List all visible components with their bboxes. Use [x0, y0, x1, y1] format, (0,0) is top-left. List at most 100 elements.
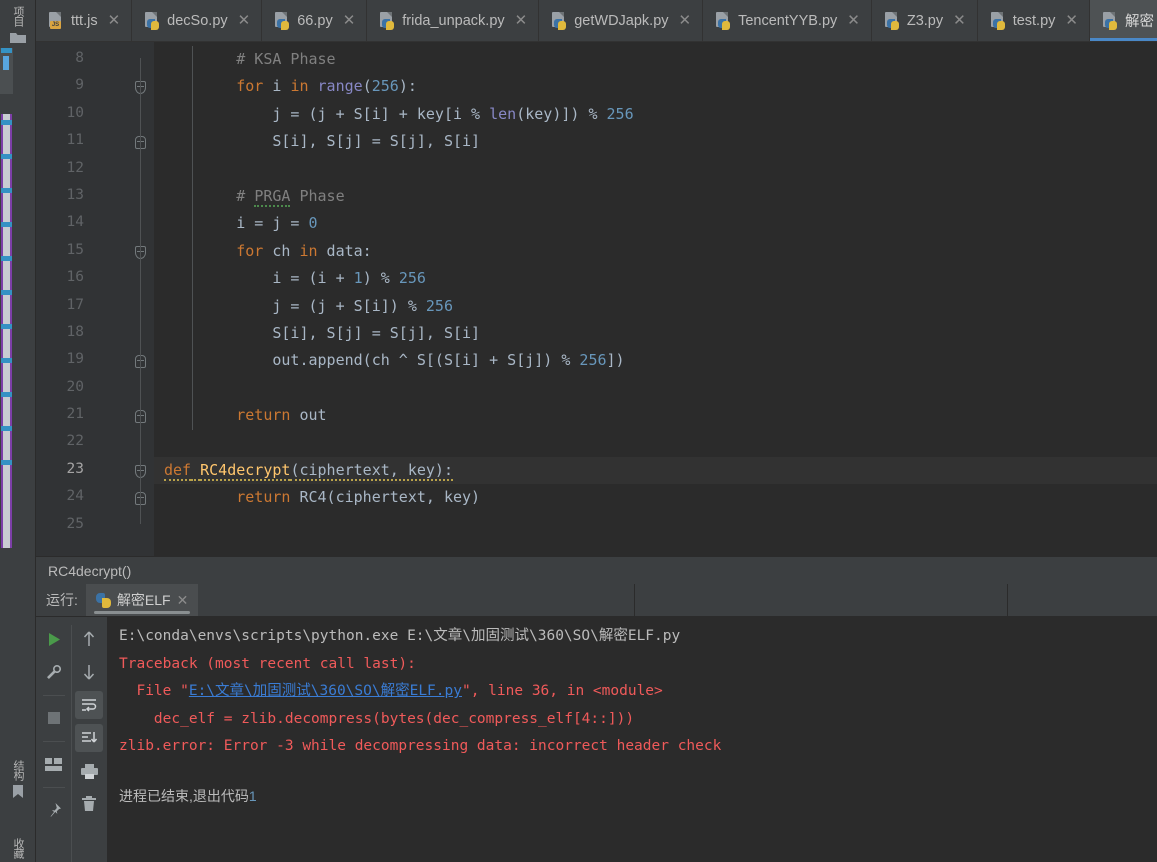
sidebar-item-favorites[interactable]: 收藏	[0, 838, 36, 858]
code-token: S[i], S[j] = S[j], S[i]	[164, 323, 481, 342]
code-line[interactable]: def RC4decrypt(ciphertext, key):	[154, 456, 1157, 485]
gutter-row[interactable]: 23	[36, 457, 154, 484]
editor-tab-label: test.py	[1012, 12, 1056, 29]
gutter-row[interactable]: 16	[36, 265, 154, 292]
code-token: in	[299, 241, 318, 260]
code-token: i = j =	[164, 214, 309, 233]
run-toolbar-left-column	[36, 625, 71, 862]
code-token: 256	[398, 269, 426, 288]
editor-tab-5[interactable]: getWDJapk.py ✕	[539, 0, 704, 41]
gutter-row[interactable]: 22	[36, 429, 154, 456]
close-icon[interactable]: ✕	[108, 13, 121, 28]
gutter-row[interactable]: 15	[36, 238, 154, 265]
stop-button[interactable]	[40, 704, 68, 732]
code-line[interactable]: return out	[154, 402, 1157, 429]
code-line[interactable]: j = (j + S[i]) % 256	[154, 293, 1157, 320]
code-line[interactable]: j = (j + S[i] + key[i % len(key)]) % 256	[154, 101, 1157, 128]
editor-tab-3[interactable]: 66.py ✕	[262, 0, 368, 41]
gutter-row[interactable]: 17	[36, 293, 154, 320]
close-icon[interactable]: ✕	[953, 13, 966, 28]
left-tool-strip: 项目 结构 收藏	[0, 0, 36, 862]
trash-icon[interactable]	[75, 790, 103, 818]
settings-button[interactable]	[40, 658, 68, 686]
code-line[interactable]	[154, 512, 1157, 539]
run-configuration-tab[interactable]: 解密ELF ✕	[85, 584, 199, 616]
gutter-row[interactable]: 24	[36, 484, 154, 511]
line-number: 11	[66, 132, 84, 149]
code-line[interactable]: i = (i + 1) % 256	[154, 265, 1157, 292]
close-icon[interactable]: ✕	[177, 592, 189, 609]
gutter-row[interactable]: 13	[36, 183, 154, 210]
editor-tab-4[interactable]: frida_unpack.py ✕	[367, 0, 540, 41]
editor-tab-7[interactable]: Z3.py ✕	[872, 0, 978, 41]
scroll-to-end-button[interactable]	[75, 724, 103, 752]
gutter-row[interactable]: 8	[36, 46, 154, 73]
code-token: PRGA	[254, 186, 291, 207]
editor-code-area[interactable]: # KSA Phase for i in range(256): j = (j …	[154, 42, 1157, 556]
code-line[interactable]	[154, 429, 1157, 456]
line-number: 10	[66, 104, 84, 121]
close-icon[interactable]: ✕	[238, 13, 251, 28]
gutter-row[interactable]: 14	[36, 210, 154, 237]
code-editor[interactable]: 8 9 10 11 12 13 14 15 16 17 18 19 20 21 22 23 24 25 # KSA…	[36, 42, 1157, 556]
gutter-row[interactable]: 10	[36, 101, 154, 128]
console-error-message: zlib.error: Error -3 while decompressing…	[119, 738, 722, 754]
close-icon[interactable]: ✕	[1065, 13, 1078, 28]
gutter-row[interactable]: 25	[36, 512, 154, 539]
gutter-row[interactable]: 9	[36, 73, 154, 100]
prev-occurrence-button[interactable]	[75, 625, 103, 653]
breadcrumb[interactable]: RC4decrypt()	[36, 556, 1157, 584]
close-icon[interactable]: ✕	[679, 13, 692, 28]
code-token: for	[236, 241, 264, 260]
close-icon[interactable]: ✕	[847, 13, 860, 28]
code-line[interactable]: S[i], S[j] = S[j], S[i]	[154, 128, 1157, 155]
code-line[interactable]: for ch in data:	[154, 238, 1157, 265]
code-line[interactable]: i = j = 0	[154, 210, 1157, 237]
python-file-icon	[145, 12, 160, 30]
gutter-row[interactable]: 21	[36, 402, 154, 429]
code-line[interactable]: return RC4(ciphertext, key)	[154, 484, 1157, 511]
code-token: # KSA Phase	[236, 50, 336, 68]
code-line[interactable]: # PRGA Phase	[154, 183, 1157, 210]
layout-button[interactable]	[40, 750, 68, 778]
code-line[interactable]: S[i], S[j] = S[j], S[i]	[154, 320, 1157, 347]
gutter-row[interactable]: 12	[36, 156, 154, 183]
editor-tab-1[interactable]: JS ttt.js ✕	[36, 0, 133, 41]
code-token: out.append(ch ^ S[(S[i] + S[j]) %	[164, 351, 580, 370]
gutter-row[interactable]: 18	[36, 320, 154, 347]
line-number: 19	[66, 351, 84, 368]
gutter-row[interactable]: 20	[36, 375, 154, 402]
pin-button[interactable]	[40, 796, 68, 824]
run-console[interactable]: E:\conda\envs\scripts\python.exe E:\文章\加…	[107, 617, 1157, 862]
code-line[interactable]	[154, 156, 1157, 183]
console-exit-status: 进程已结束,退出代码1	[119, 783, 1157, 811]
code-line[interactable]: # KSA Phase	[154, 46, 1157, 73]
editor-tab-9[interactable]: 解密	[1089, 0, 1157, 41]
console-file-link[interactable]: E:\文章\加固测试\360\SO\解密ELF.py	[189, 683, 462, 699]
code-line[interactable]: for i in range(256):	[154, 73, 1157, 100]
close-icon[interactable]: ✕	[343, 13, 356, 28]
gutter-row[interactable]: 19	[36, 347, 154, 374]
console-traceback-header: Traceback (most recent call last):	[119, 655, 416, 672]
code-token: def	[164, 460, 192, 481]
python-icon	[95, 592, 111, 608]
print-button[interactable]	[75, 757, 103, 785]
editor-gutter[interactable]: 8 9 10 11 12 13 14 15 16 17 18 19 20 21 22 23 24 25	[36, 42, 154, 556]
editor-tab-label: Z3.py	[906, 12, 944, 29]
sidebar-item-project[interactable]: 项目	[0, 6, 36, 49]
editor-tab-2[interactable]: decSo.py ✕	[132, 0, 263, 41]
code-token: Phase	[290, 186, 345, 205]
editor-tab-6[interactable]: TencentYYB.py ✕	[703, 0, 872, 41]
close-icon[interactable]: ✕	[515, 13, 528, 28]
gutter-row[interactable]: 11	[36, 128, 154, 155]
run-toolbar	[36, 617, 107, 862]
code-line[interactable]: out.append(ch ^ S[(S[i] + S[j]) % 256])	[154, 347, 1157, 374]
editor-tab-8[interactable]: test.py ✕	[978, 0, 1090, 41]
sidebar-item-structure[interactable]: 结构	[0, 760, 36, 804]
run-button[interactable]	[40, 625, 68, 653]
soft-wrap-button[interactable]	[75, 691, 103, 719]
code-line[interactable]	[154, 375, 1157, 402]
next-occurrence-button[interactable]	[75, 658, 103, 686]
code-token: (	[362, 77, 372, 96]
